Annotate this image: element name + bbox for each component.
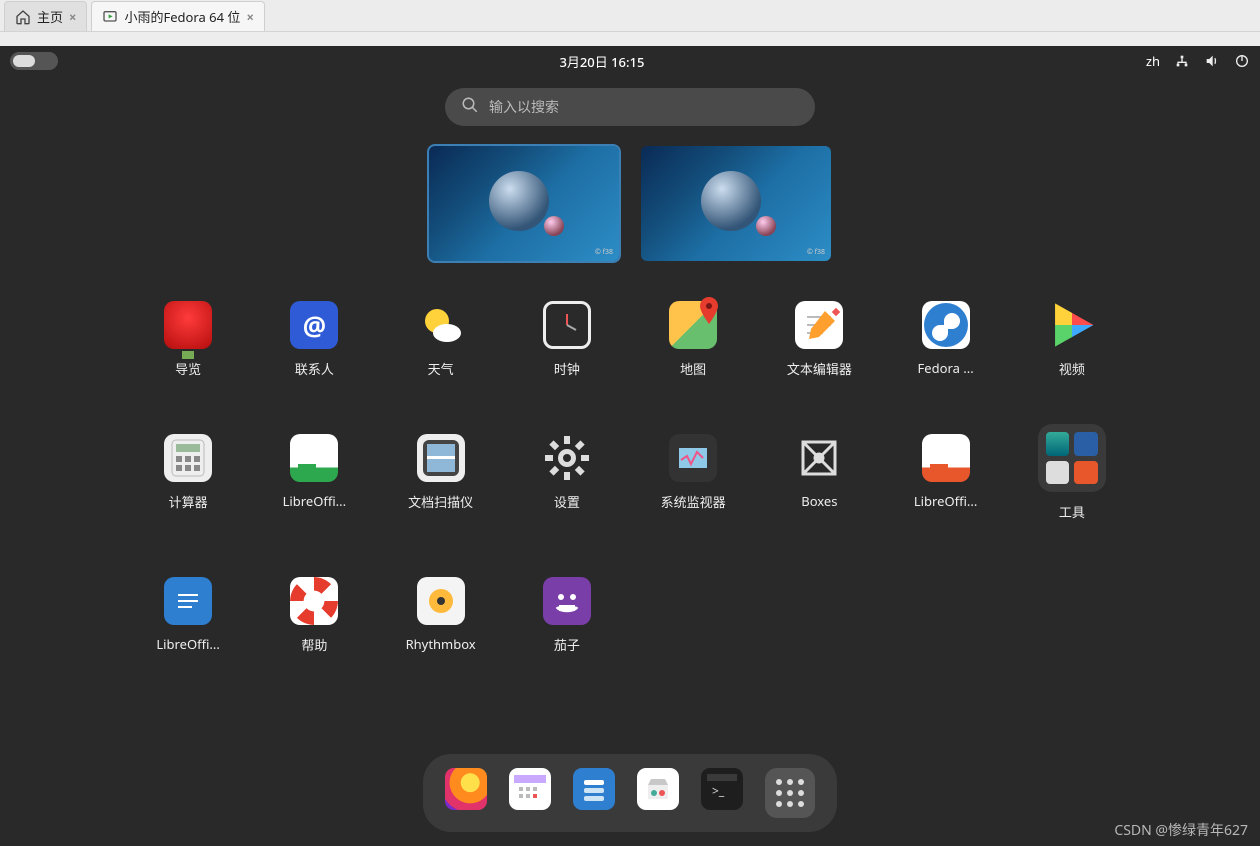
help-icon (290, 577, 338, 625)
app-video[interactable]: 视频 (1014, 301, 1130, 378)
text-editor-icon (795, 301, 843, 349)
libreoffice-writer-icon (164, 577, 212, 625)
activities-pill[interactable] (10, 52, 58, 70)
workspace-2[interactable]: © f38 (641, 146, 831, 261)
app-fedora[interactable]: Fedora ... (888, 301, 1004, 378)
close-icon[interactable]: × (246, 8, 253, 26)
fedora-icon (922, 301, 970, 349)
dock-appgrid[interactable] (765, 768, 815, 818)
power-icon (1234, 53, 1250, 69)
app-tour[interactable]: 导览 (130, 301, 246, 378)
app-libreoffice[interactable]: LibreOffi... (130, 577, 246, 654)
workspace-1[interactable]: © f38 (429, 146, 619, 261)
app-cheese[interactable]: 茄子 (509, 577, 625, 654)
contacts-icon: @ (290, 301, 338, 349)
app-settings[interactable]: 设置 (509, 434, 625, 521)
app-system-monitor[interactable]: 系统监视器 (635, 434, 751, 521)
app-clock[interactable]: 时钟 (509, 301, 625, 378)
search-icon (461, 96, 479, 119)
app-text-editor[interactable]: 文本编辑器 (761, 301, 877, 378)
gear-icon (543, 434, 591, 482)
app-rhythmbox[interactable]: Rhythmbox (383, 577, 499, 654)
topbar-status[interactable]: zh (1146, 52, 1250, 70)
libreoffice-icon (290, 434, 338, 482)
dock: >_ (423, 754, 837, 832)
close-icon[interactable]: × (69, 8, 76, 26)
maps-icon (669, 301, 717, 349)
monitor-icon (669, 434, 717, 482)
app-document-scanner[interactable]: 文档扫描仪 (383, 434, 499, 521)
dock-calendar[interactable] (509, 768, 551, 810)
vm-tab-active-label: 小雨的Fedora 64 位 (124, 7, 240, 26)
app-grid: 导览 @联系人 天气 时钟 地图 文本编辑器 Fedora ... 视频 计算器… (130, 301, 1130, 654)
topbar: 3月20日 16:15 zh (0, 46, 1260, 76)
balloon-icon (164, 301, 212, 349)
appgrid-icon (776, 779, 804, 807)
scanner-icon (417, 434, 465, 482)
dock-software[interactable] (637, 768, 679, 810)
cheese-icon (543, 577, 591, 625)
search-bar[interactable] (445, 88, 815, 126)
dock-files[interactable] (573, 768, 615, 810)
vm-tabbar: 主页 × 小雨的Fedora 64 位 × (0, 0, 1260, 32)
topbar-clock[interactable]: 3月20日 16:15 (559, 52, 644, 71)
weather-icon (417, 301, 465, 349)
home-icon (15, 9, 31, 25)
dock-terminal[interactable]: >_ (701, 768, 743, 810)
folder-icon (1038, 424, 1106, 492)
network-icon (1174, 53, 1190, 69)
boxes-icon (795, 434, 843, 482)
vm-play-icon (102, 9, 118, 25)
app-contacts[interactable]: @联系人 (256, 301, 372, 378)
vm-tab-home-label: 主页 (37, 7, 63, 26)
svg-text:>_: >_ (712, 782, 725, 799)
watermark: CSDN @惨绿青年627 (1114, 820, 1248, 840)
calculator-icon (164, 434, 212, 482)
dock-firefox[interactable] (445, 768, 487, 810)
app-calculator[interactable]: 计算器 (130, 434, 246, 521)
app-weather[interactable]: 天气 (383, 301, 499, 378)
vm-tab-active[interactable]: 小雨的Fedora 64 位 × (91, 1, 264, 31)
clock-icon (543, 301, 591, 349)
app-maps[interactable]: 地图 (635, 301, 751, 378)
app-help[interactable]: 帮助 (256, 577, 372, 654)
gnome-desktop: 3月20日 16:15 zh © f38 © f38 导览 @联系人 天气 时钟… (0, 46, 1260, 846)
app-libreoffice-impress[interactable]: LibreOffi... (888, 434, 1004, 521)
video-icon (1048, 301, 1096, 349)
app-boxes[interactable]: Boxes (761, 434, 877, 521)
vm-tab-home[interactable]: 主页 × (4, 1, 87, 31)
app-libreoffice-writer[interactable]: LibreOffi... (256, 434, 372, 521)
vm-toolbar-strip (0, 32, 1260, 46)
workspaces: © f38 © f38 (0, 146, 1260, 261)
libreoffice-impress-icon (922, 434, 970, 482)
search-input[interactable] (489, 98, 799, 117)
volume-icon (1204, 53, 1220, 69)
ime-indicator[interactable]: zh (1146, 52, 1160, 70)
rhythmbox-icon (417, 577, 465, 625)
app-folder-tools[interactable]: 工具 (1014, 434, 1130, 521)
